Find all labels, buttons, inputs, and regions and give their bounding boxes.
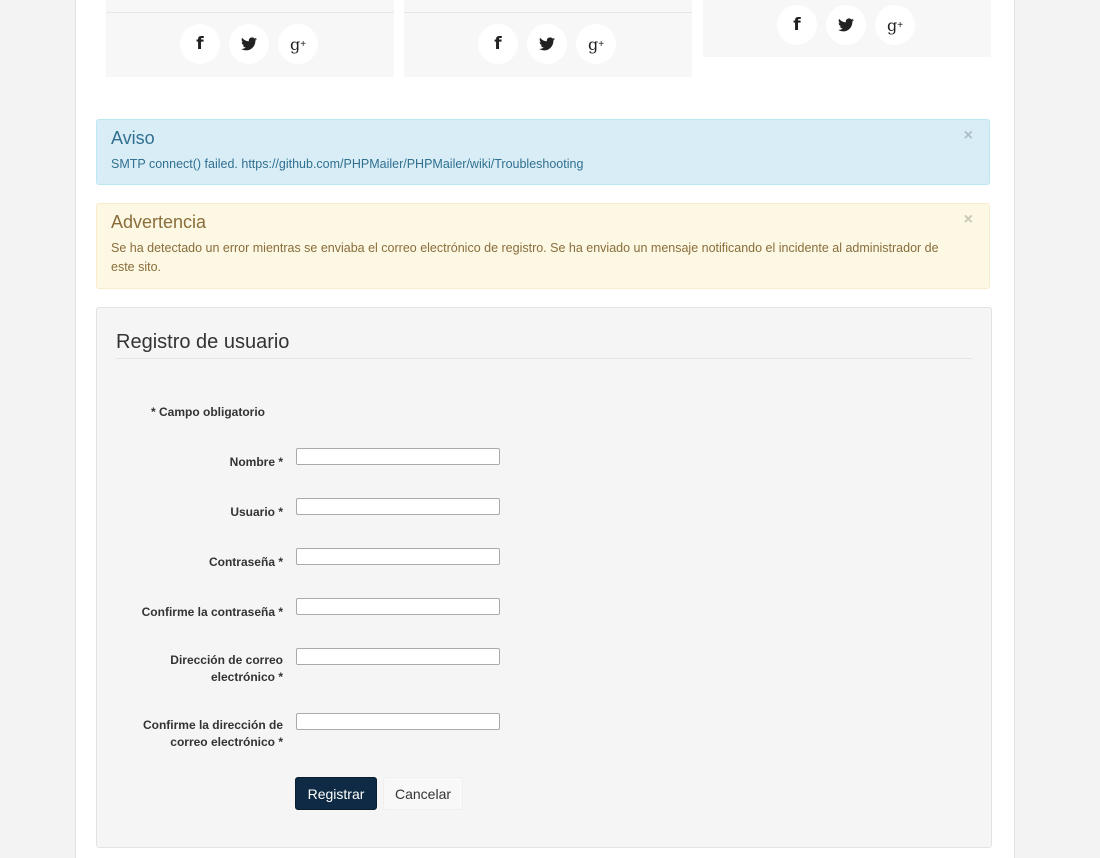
social-buttons: f g + (777, 5, 915, 45)
cancelar-button[interactable]: Cancelar (383, 777, 463, 810)
confirme-contrasena-input[interactable] (296, 598, 500, 615)
email-input[interactable] (296, 648, 500, 665)
google-plus-icon[interactable]: g + (576, 24, 616, 64)
close-icon[interactable]: × (964, 128, 973, 144)
twitter-icon[interactable] (527, 24, 567, 64)
alert-title: Advertencia (111, 212, 207, 232)
usuario-input[interactable] (296, 498, 500, 515)
info-alert: Aviso SMTP connect() failed. https://git… (96, 119, 990, 185)
required-note: * Campo obligatorio (151, 405, 265, 419)
facebook-icon[interactable]: f (180, 24, 220, 64)
twitter-icon[interactable] (826, 5, 866, 45)
form-title: Registro de usuario (116, 329, 972, 359)
google-plus-icon[interactable]: g + (875, 5, 915, 45)
facebook-icon[interactable]: f (777, 5, 817, 45)
social-card-3: f g + (703, 0, 991, 57)
social-card-1: f g + (106, 0, 394, 77)
nombre-label: Nombre * (229, 455, 283, 469)
social-card-2: f g + (404, 0, 692, 77)
email-label: Dirección de correo electrónico * (170, 653, 283, 684)
confirme-contrasena-label: Confirme la contraseña * (141, 605, 283, 619)
alert-message: Se ha detectado un error mientras se env… (111, 241, 939, 274)
usuario-label: Usuario * (230, 505, 283, 519)
card-divider (404, 12, 692, 13)
social-buttons: f g + (180, 24, 318, 64)
twitter-icon[interactable] (229, 24, 269, 64)
google-plus-icon[interactable]: g + (278, 24, 318, 64)
close-icon[interactable]: × (964, 212, 973, 228)
alert-message: SMTP connect() failed. https://github.co… (111, 157, 584, 171)
confirme-email-label: Confirme la dirección de correo electrón… (142, 718, 283, 749)
registration-panel: Registro de usuario * Campo obligatorio … (96, 307, 992, 848)
nombre-input[interactable] (296, 448, 500, 465)
alert-title: Aviso (111, 128, 155, 148)
confirme-email-input[interactable] (296, 713, 500, 730)
contrasena-label: Contraseña * (208, 555, 283, 569)
card-divider (106, 12, 394, 13)
facebook-icon[interactable]: f (478, 24, 518, 64)
registrar-button[interactable]: Registrar (295, 777, 377, 810)
social-buttons: f g + (478, 24, 616, 64)
warning-alert: Advertencia Se ha detectado un error mie… (96, 203, 990, 289)
contrasena-input[interactable] (296, 548, 500, 565)
